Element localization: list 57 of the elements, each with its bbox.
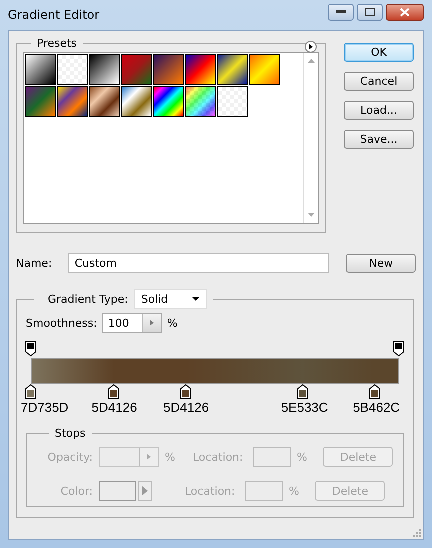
color-stop[interactable] bbox=[369, 384, 382, 400]
preset-swatch[interactable] bbox=[25, 86, 56, 117]
stop-color-label: 5B462C bbox=[353, 400, 400, 415]
smoothness-field[interactable]: 100 bbox=[102, 313, 162, 333]
stop-color-label: 7D735D bbox=[21, 400, 69, 415]
preset-swatch[interactable] bbox=[217, 86, 248, 117]
dropdown-caret-icon bbox=[192, 297, 200, 301]
color-stop[interactable] bbox=[180, 384, 192, 400]
close-icon[interactable] bbox=[400, 8, 410, 16]
preset-swatch[interactable] bbox=[185, 86, 216, 117]
preset-swatch[interactable] bbox=[57, 54, 88, 85]
stops-label: Stops bbox=[54, 427, 87, 440]
presets-label: Presets bbox=[36, 37, 78, 50]
preset-swatch[interactable] bbox=[121, 86, 152, 117]
maximize-icon[interactable] bbox=[365, 8, 375, 16]
stop-field-label: Opacity: bbox=[46, 450, 93, 464]
preset-swatch[interactable] bbox=[89, 54, 120, 85]
minimize-icon[interactable] bbox=[336, 10, 346, 14]
location-field[interactable] bbox=[253, 447, 291, 467]
dialog-button[interactable]: Save... bbox=[344, 130, 414, 149]
preset-swatch[interactable] bbox=[249, 54, 280, 85]
color-stop[interactable] bbox=[297, 384, 310, 400]
preset-swatch[interactable] bbox=[217, 54, 248, 85]
preset-swatch[interactable] bbox=[121, 54, 152, 85]
name-label: Name: bbox=[16, 256, 54, 270]
color-stop[interactable] bbox=[108, 384, 120, 400]
location-field[interactable] bbox=[245, 481, 283, 501]
name-field[interactable]: Custom bbox=[68, 253, 330, 273]
opacity-stop[interactable] bbox=[25, 341, 37, 357]
gradient-type-dropdown[interactable]: Solid bbox=[134, 289, 208, 309]
percent-label: % bbox=[167, 316, 178, 330]
dialog-button[interactable]: OK bbox=[344, 43, 414, 62]
smoothness-label: Smoothness: bbox=[26, 316, 98, 330]
location-label: Location: bbox=[193, 450, 244, 464]
stop-color-label: 5D4126 bbox=[164, 400, 210, 415]
stop-color-label: 5D4126 bbox=[92, 400, 138, 415]
percent-label: % bbox=[297, 450, 308, 464]
resize-grip-icon[interactable] bbox=[413, 529, 421, 537]
preset-swatch[interactable] bbox=[185, 54, 216, 85]
stop-field-label: Color: bbox=[60, 484, 93, 498]
preset-swatch[interactable] bbox=[25, 54, 56, 85]
arrow-icon[interactable] bbox=[150, 320, 154, 326]
color-stop[interactable] bbox=[25, 384, 37, 400]
dialog-button[interactable]: Load... bbox=[344, 101, 414, 120]
stop-color-label: 5E533C bbox=[281, 400, 328, 415]
preset-swatch[interactable] bbox=[89, 86, 120, 117]
percent-label: % bbox=[289, 484, 300, 498]
percent-label: % bbox=[165, 450, 176, 464]
dialog-button[interactable]: Cancel bbox=[344, 72, 414, 91]
preset-swatch[interactable] bbox=[153, 54, 184, 85]
gradient-type-label: Gradient Type: bbox=[48, 292, 128, 306]
preset-swatch[interactable] bbox=[57, 86, 88, 117]
new-button[interactable]: New bbox=[346, 254, 416, 272]
location-label: Location: bbox=[185, 484, 236, 498]
opacity-stop[interactable] bbox=[393, 341, 405, 357]
preset-swatch[interactable] bbox=[153, 86, 184, 117]
window-title: Gradient Editor bbox=[8, 8, 100, 22]
